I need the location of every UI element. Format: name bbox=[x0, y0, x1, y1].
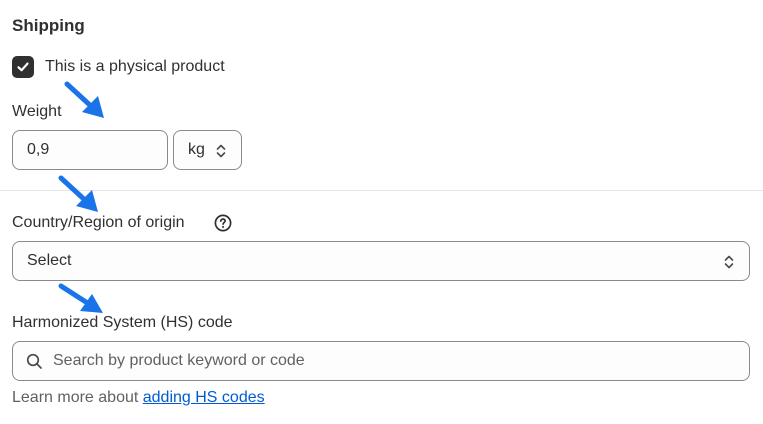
country-label: Country/Region of origin bbox=[12, 214, 185, 231]
hs-code-search-input[interactable]: Search by product keyword or code bbox=[12, 341, 750, 381]
weight-label: Weight bbox=[12, 103, 62, 120]
country-select[interactable]: Select bbox=[12, 241, 750, 281]
weight-unit-select[interactable]: kg bbox=[173, 130, 242, 170]
weight-value: 0,9 bbox=[27, 141, 50, 158]
learn-more-text: Learn more about adding HS codes bbox=[12, 389, 265, 407]
checkbox-box[interactable] bbox=[12, 56, 34, 78]
weight-unit-value: kg bbox=[188, 141, 205, 158]
checkmark-icon bbox=[17, 62, 29, 72]
weight-input[interactable]: 0,9 bbox=[12, 130, 168, 170]
hs-code-label: Harmonized System (HS) code bbox=[12, 314, 233, 331]
checkbox-label: This is a physical product bbox=[45, 58, 225, 75]
country-selected-value: Select bbox=[27, 252, 72, 269]
chevron-up-down-icon bbox=[724, 255, 734, 269]
arrow-annotation-icon bbox=[64, 81, 104, 118]
search-placeholder: Search by product keyword or code bbox=[53, 352, 305, 369]
search-icon bbox=[26, 353, 42, 369]
learn-more-prefix: Learn more about bbox=[12, 389, 143, 406]
section-title: Shipping bbox=[12, 16, 85, 35]
arrow-annotation-icon bbox=[58, 175, 98, 212]
section-divider bbox=[0, 190, 763, 191]
question-circle-icon[interactable] bbox=[214, 214, 232, 232]
physical-product-checkbox[interactable]: This is a physical product bbox=[12, 56, 225, 78]
adding-hs-codes-link[interactable]: adding HS codes bbox=[143, 389, 265, 406]
chevron-up-down-icon bbox=[216, 144, 226, 158]
